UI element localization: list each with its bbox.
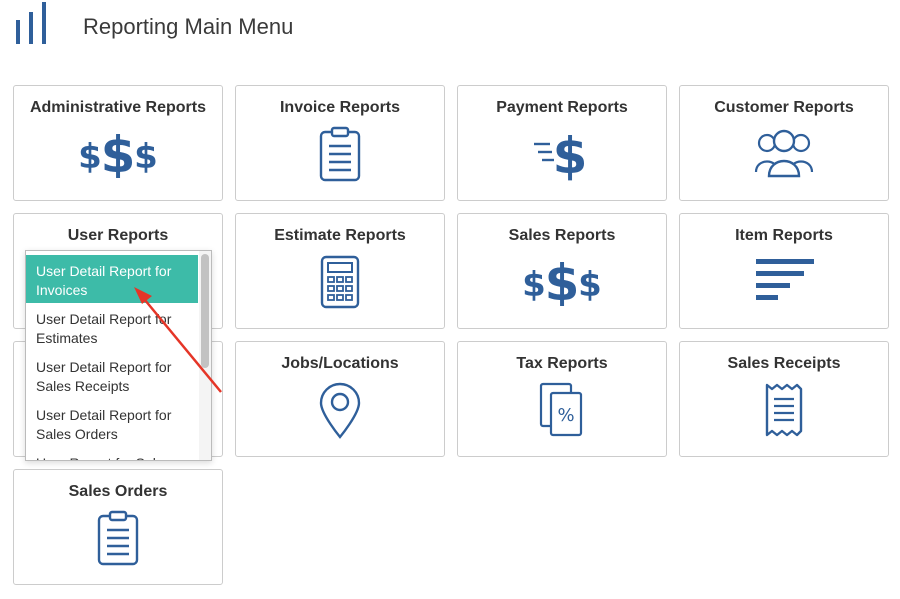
- dollar-signs-icon: $ $ $: [80, 126, 156, 178]
- card-sales-receipts[interactable]: Sales Receipts: [679, 341, 889, 457]
- card-title: Invoice Reports: [279, 99, 401, 116]
- dollar-signs-icon: $ $ $: [524, 254, 600, 306]
- menu-item-user-report-sales[interactable]: User Report for Sales: [26, 447, 198, 460]
- bars-icon: [756, 259, 814, 300]
- menu-item-user-detail-sales-receipts[interactable]: User Detail Report for Sales Receipts: [26, 351, 198, 399]
- scrollbar-thumb[interactable]: [201, 254, 209, 368]
- card-title: Item Reports: [735, 227, 833, 244]
- card-title: User Reports: [67, 227, 169, 244]
- card-sales-orders[interactable]: Sales Orders: [13, 469, 223, 585]
- card-estimate-reports[interactable]: Estimate Reports: [235, 213, 445, 329]
- card-invoice-reports[interactable]: Invoice Reports: [235, 85, 445, 201]
- card-customer-reports[interactable]: Customer Reports: [679, 85, 889, 201]
- card-tax-reports[interactable]: Tax Reports %: [457, 341, 667, 457]
- svg-text:$: $: [134, 137, 156, 177]
- user-reports-dropdown[interactable]: User Detail Report for Invoices User Det…: [25, 250, 212, 461]
- page-title: Reporting Main Menu: [83, 14, 294, 39]
- svg-text:$: $: [80, 137, 102, 177]
- location-pin-icon: [319, 382, 361, 439]
- calculator-icon: [320, 255, 360, 309]
- card-title: Sales Orders: [68, 483, 168, 500]
- svg-text:$: $: [578, 265, 600, 305]
- svg-text:%: %: [557, 405, 574, 426]
- clipboard-icon: [97, 510, 139, 566]
- fast-dollar-icon: $: [534, 127, 588, 182]
- card-sales-reports[interactable]: Sales Reports $ $ $: [457, 213, 667, 329]
- card-title: Administrative Reports: [29, 99, 207, 116]
- svg-text:$: $: [524, 265, 546, 305]
- svg-text:$: $: [101, 126, 136, 178]
- card-title: Sales Receipts: [727, 355, 841, 372]
- card-title: Jobs/Locations: [281, 355, 399, 372]
- card-administrative-reports[interactable]: Administrative Reports $ $ $: [13, 85, 223, 201]
- card-title: Tax Reports: [516, 355, 608, 372]
- svg-text:$: $: [545, 254, 580, 306]
- menu-item-user-detail-sales-orders[interactable]: User Detail Report for Sales Orders: [26, 399, 198, 447]
- menu-item-user-detail-invoices[interactable]: User Detail Report for Invoices: [26, 255, 198, 303]
- card-title: Estimate Reports: [274, 227, 406, 244]
- menu-item-user-detail-estimates[interactable]: User Detail Report for Estimates: [26, 303, 198, 351]
- card-payment-reports[interactable]: Payment Reports $: [457, 85, 667, 201]
- receipt-icon: [765, 383, 803, 437]
- tax-document-icon: %: [539, 382, 583, 437]
- card-item-reports[interactable]: Item Reports: [679, 213, 889, 329]
- card-title: Sales Reports: [508, 227, 616, 244]
- card-title: Payment Reports: [496, 99, 628, 116]
- users-icon: [754, 129, 814, 178]
- clipboard-icon: [319, 126, 361, 182]
- bar-logo-icon: [16, 2, 46, 44]
- scrollbar-track[interactable]: [199, 251, 211, 460]
- dropdown-list: User Detail Report for Invoices User Det…: [26, 255, 198, 460]
- svg-text:$: $: [553, 127, 588, 182]
- card-title: Customer Reports: [714, 99, 854, 116]
- card-jobs-locations[interactable]: Jobs/Locations: [235, 341, 445, 457]
